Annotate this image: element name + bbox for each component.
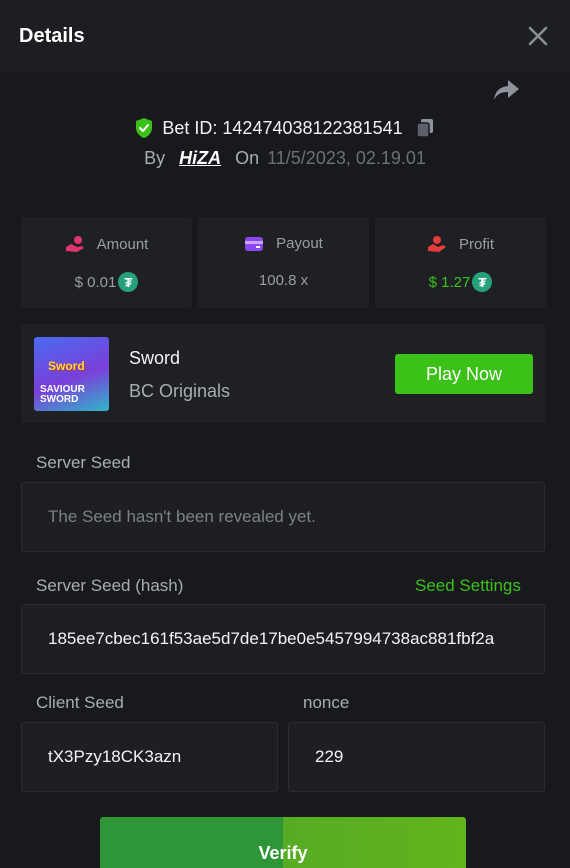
game-card: Sword SAVIOUR SWORD Sword BC Originals P… bbox=[21, 324, 545, 423]
amount-value: $ 0.01 bbox=[74, 273, 117, 291]
server-seed-hash-label: Server Seed (hash) bbox=[36, 576, 184, 595]
copy-icon[interactable] bbox=[414, 117, 436, 139]
shield-check-icon bbox=[136, 118, 153, 138]
server-seed-hash-field[interactable]: 185ee7cbec161f53ae5d7de17be0e5457994738a… bbox=[21, 604, 545, 674]
share-icon[interactable] bbox=[492, 78, 520, 102]
profit-hand-icon bbox=[427, 236, 446, 252]
game-provider: BC Originals bbox=[129, 381, 231, 401]
close-icon[interactable] bbox=[526, 24, 550, 48]
thumbnail-subtitle: SAVIOUR SWORD bbox=[40, 384, 85, 405]
server-seed-field[interactable]: The Seed hasn't been revealed yet. bbox=[21, 482, 545, 552]
bet-id: Bet ID: 142474038122381541 bbox=[162, 117, 403, 138]
server-seed-label: Server Seed bbox=[36, 453, 131, 472]
verify-button[interactable]: Verify bbox=[100, 817, 466, 868]
game-name: Sword bbox=[129, 348, 181, 368]
game-thumbnail[interactable]: Sword SAVIOUR SWORD bbox=[34, 337, 109, 411]
payout-value: 100.8 x bbox=[258, 272, 309, 289]
coins-hand-icon bbox=[65, 236, 84, 252]
bet-byline: By HiZA On 11/5/2023, 02.19.01 bbox=[0, 148, 570, 169]
tether-icon: ₮ bbox=[118, 272, 139, 292]
amount-card: Amount $ 0.01 ₮ bbox=[21, 217, 192, 308]
client-seed-field[interactable]: tX3Pzy18CK3azn bbox=[21, 722, 278, 792]
page-title: Details bbox=[19, 25, 85, 47]
header: Details bbox=[0, 0, 570, 72]
seed-settings-link[interactable]: Seed Settings bbox=[415, 576, 521, 596]
amount-label: Amount bbox=[96, 235, 149, 253]
profit-label: Profit bbox=[458, 235, 494, 253]
nonce-label: nonce bbox=[303, 693, 350, 712]
tether-icon: ₮ bbox=[472, 272, 493, 292]
thumbnail-title: Sword bbox=[48, 359, 85, 373]
payout-card: Payout 100.8 x bbox=[198, 217, 369, 308]
play-now-button[interactable]: Play Now bbox=[395, 354, 533, 394]
profit-value: $ 1.27 bbox=[428, 273, 471, 291]
by-label: By bbox=[144, 148, 166, 168]
payout-label: Payout bbox=[276, 235, 323, 252]
card-icon bbox=[245, 236, 264, 251]
profit-card: Profit $ 1.27 ₮ bbox=[375, 217, 546, 308]
nonce-field[interactable]: 229 bbox=[288, 722, 545, 792]
bet-id-row: Bet ID: 142474038122381541 bbox=[0, 114, 570, 142]
on-label: On bbox=[235, 148, 260, 168]
client-seed-label: Client Seed bbox=[36, 693, 124, 712]
username-link[interactable]: HiZA bbox=[179, 148, 221, 169]
bet-date: 11/5/2023, 02.19.01 bbox=[267, 148, 426, 168]
